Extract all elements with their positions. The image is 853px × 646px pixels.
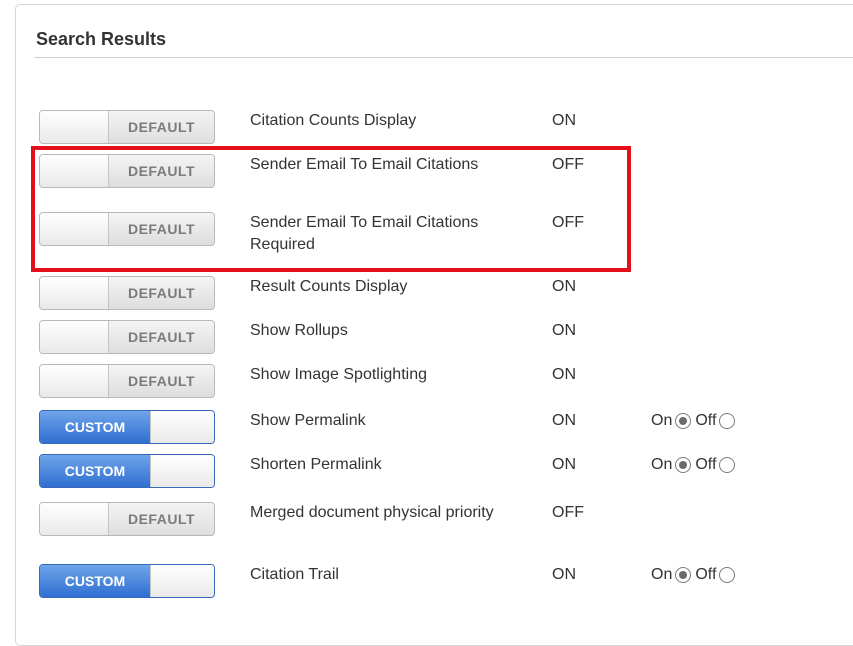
setting-row: DEFAULT Show Image Spotlighting ON	[0, 364, 853, 404]
toggle-knob	[150, 455, 214, 487]
setting-value: OFF	[552, 214, 584, 231]
toggle-knob	[40, 111, 109, 143]
default-custom-toggle[interactable]: DEFAULT	[39, 364, 215, 398]
setting-name: Show Rollups	[250, 322, 348, 339]
toggle-knob	[40, 365, 109, 397]
radio-off[interactable]	[719, 567, 736, 583]
toggle-knob	[150, 411, 214, 443]
setting-row: DEFAULT Result Counts Display ON	[0, 276, 853, 316]
setting-value: ON	[552, 412, 576, 429]
setting-row: DEFAULT Sender Email To Email Citations …	[0, 154, 853, 194]
default-custom-toggle[interactable]: DEFAULT	[39, 276, 215, 310]
toggle-label: CUSTOM	[40, 411, 150, 443]
default-custom-toggle[interactable]: CUSTOM	[39, 564, 215, 598]
toggle-label: DEFAULT	[109, 213, 214, 245]
default-custom-toggle[interactable]: CUSTOM	[39, 454, 215, 488]
setting-value: ON	[552, 456, 576, 473]
setting-name: Show Image Spotlighting	[250, 366, 427, 383]
toggle-label: DEFAULT	[109, 321, 214, 353]
toggle-knob	[40, 503, 109, 535]
setting-name: Citation Trail	[250, 566, 339, 583]
radio-off[interactable]	[719, 413, 736, 429]
toggle-knob	[40, 213, 109, 245]
toggle-knob	[40, 155, 109, 187]
radio-on-label: On	[651, 566, 673, 583]
default-custom-toggle[interactable]: DEFAULT	[39, 110, 215, 144]
setting-name: Show Permalink	[250, 412, 366, 429]
setting-value: ON	[552, 566, 576, 583]
default-custom-toggle[interactable]: DEFAULT	[39, 154, 215, 188]
radio-off-label: Off	[695, 566, 717, 583]
setting-row: DEFAULT Merged document physical priorit…	[0, 502, 853, 542]
radio-on-label: On	[651, 412, 673, 429]
setting-row: CUSTOM Show Permalink ON On Off	[0, 410, 853, 450]
setting-row: CUSTOM Shorten Permalink ON On Off	[0, 454, 853, 494]
on-off-radio-group: On Off	[651, 410, 739, 432]
default-custom-toggle[interactable]: DEFAULT	[39, 212, 215, 246]
toggle-label: DEFAULT	[109, 365, 214, 397]
default-custom-toggle[interactable]: DEFAULT	[39, 502, 215, 536]
radio-off[interactable]	[719, 457, 736, 473]
radio-on[interactable]	[675, 567, 692, 583]
toggle-label: CUSTOM	[40, 565, 150, 597]
on-off-radio-group: On Off	[651, 564, 739, 586]
on-off-radio-group: On Off	[651, 454, 739, 476]
setting-row: CUSTOM Citation Trail ON On Off	[0, 564, 853, 604]
setting-name: Merged document physical priority	[250, 504, 494, 521]
setting-row: DEFAULT Citation Counts Display ON	[0, 110, 853, 150]
toggle-label: DEFAULT	[109, 111, 214, 143]
default-custom-toggle[interactable]: CUSTOM	[39, 410, 215, 444]
section-title: Search Results	[36, 29, 167, 49]
toggle-label: DEFAULT	[109, 277, 214, 309]
toggle-knob	[150, 565, 214, 597]
toggle-knob	[40, 321, 109, 353]
radio-on[interactable]	[675, 457, 692, 473]
setting-value: ON	[552, 278, 576, 295]
setting-name: Sender Email To Email Citations	[250, 156, 479, 173]
toggle-label: CUSTOM	[40, 455, 150, 487]
radio-off-label: Off	[695, 412, 717, 429]
setting-name: Result Counts Display	[250, 278, 408, 295]
setting-row: DEFAULT Show Rollups ON	[0, 320, 853, 360]
setting-value: ON	[552, 112, 576, 129]
radio-on-label: On	[651, 456, 673, 473]
toggle-knob	[40, 277, 109, 309]
radio-on[interactable]	[675, 413, 692, 429]
setting-name: Sender Email To Email Citations Required	[250, 214, 479, 253]
setting-value: OFF	[552, 504, 584, 521]
default-custom-toggle[interactable]: DEFAULT	[39, 320, 215, 354]
setting-name: Shorten Permalink	[250, 456, 382, 473]
setting-name: Citation Counts Display	[250, 112, 417, 129]
setting-row: DEFAULT Sender Email To Email Citations …	[0, 212, 853, 253]
setting-value: ON	[552, 366, 576, 383]
toggle-label: DEFAULT	[109, 155, 214, 187]
setting-value: ON	[552, 322, 576, 339]
setting-value: OFF	[552, 156, 584, 173]
radio-off-label: Off	[695, 456, 717, 473]
toggle-label: DEFAULT	[109, 503, 214, 535]
title-divider	[34, 57, 853, 58]
